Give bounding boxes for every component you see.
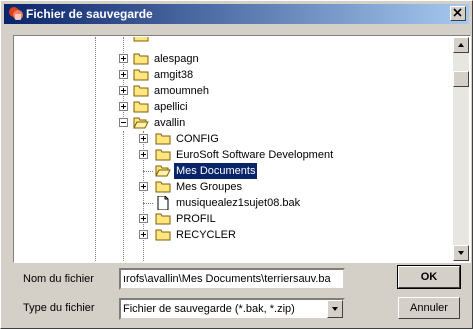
vertical-scrollbar[interactable] <box>453 37 469 261</box>
save-dialog: Fichier de sauvegarde alespagn amgit38 amo… <box>0 0 473 329</box>
tree-item-label: musiquealez1sujet08.bak <box>176 197 301 209</box>
expand-icon[interactable] <box>139 230 148 239</box>
window-title: Fichier de sauvegarde <box>26 7 153 21</box>
arrow-up-icon <box>458 43 464 47</box>
collapse-icon[interactable] <box>119 118 128 127</box>
scroll-down-button[interactable] <box>453 245 469 261</box>
tree-content: alespagn amgit38 amoumneh apellici avallin CO… <box>15 37 452 261</box>
ok-button[interactable]: OK <box>397 265 461 289</box>
tree-item[interactable]: CONFIG <box>15 131 435 147</box>
scroll-up-button[interactable] <box>453 37 469 53</box>
folder-icon <box>155 212 171 225</box>
expand-icon[interactable] <box>119 86 128 95</box>
tree-line <box>143 171 153 172</box>
filetype-select[interactable]: Fichier de sauvegarde (*.bak, *.zip) <box>119 298 345 320</box>
filename-input[interactable]: ırofs\avallin\Mes Documents\terriersauv.… <box>119 268 345 290</box>
tree-item[interactable]: apellici <box>15 99 435 115</box>
folder-icon <box>155 180 171 193</box>
expand-icon[interactable] <box>139 214 148 223</box>
tree-item[interactable]: Mes Groupes <box>15 179 435 195</box>
tree-item[interactable]: avallin <box>15 115 435 131</box>
tree-item-label: EuroSoft Software Development <box>176 149 334 161</box>
folder-icon <box>133 52 149 65</box>
scroll-thumb[interactable] <box>453 71 469 87</box>
expand-icon[interactable] <box>139 182 148 191</box>
tree-item-label: amgit38 <box>154 69 194 81</box>
tree-item[interactable]: RECYCLER <box>15 227 435 243</box>
folder-icon <box>155 148 171 161</box>
folder-icon <box>133 84 149 97</box>
folder-icon <box>155 228 171 241</box>
title-bar[interactable]: Fichier de sauvegarde <box>4 4 469 24</box>
folder-tree[interactable]: alespagn amgit38 amoumneh apellici avallin CO… <box>13 35 471 263</box>
tree-item[interactable]: amoumneh <box>15 83 435 99</box>
tree-item-label: alespagn <box>154 53 199 65</box>
filename-label: Nom du fichier <box>23 273 94 285</box>
dropdown-button[interactable] <box>327 300 343 318</box>
open-folder-icon <box>133 116 149 129</box>
tree-item-label: amoumneh <box>154 85 210 97</box>
folder-icon <box>133 37 149 42</box>
tree-item[interactable]: alespagn <box>15 51 435 67</box>
tree-item[interactable]: Mes Documents <box>15 162 435 180</box>
filetype-label: Type du fichier <box>23 302 95 314</box>
chevron-down-icon <box>332 307 338 311</box>
expand-icon[interactable] <box>139 150 148 159</box>
tree-item-label: CONFIG <box>176 133 219 145</box>
expand-icon[interactable] <box>119 102 128 111</box>
tree-item-label: PROFIL <box>176 213 216 225</box>
cancel-button[interactable]: Annuler <box>398 297 460 319</box>
folder-icon <box>133 68 149 81</box>
tree-line <box>143 203 153 204</box>
open-folder-icon <box>155 164 171 177</box>
tree-item-label: Mes Groupes <box>176 181 243 193</box>
tree-item-label: RECYCLER <box>176 229 236 241</box>
folder-icon <box>133 100 149 113</box>
app-icon <box>9 7 23 20</box>
expand-icon[interactable] <box>119 54 128 63</box>
close-button[interactable] <box>450 6 466 21</box>
expand-icon[interactable] <box>139 134 148 143</box>
filetype-value: Fichier de sauvegarde (*.bak, *.zip) <box>123 303 295 315</box>
folder-icon <box>155 132 171 145</box>
tree-item-label: Mes Documents <box>172 162 259 180</box>
tree-item[interactable]: musiquealez1sujet08.bak <box>15 195 435 211</box>
tree-item[interactable]: PROFIL <box>15 211 435 227</box>
tree-item[interactable]: EuroSoft Software Development <box>15 147 435 163</box>
file-icon <box>155 195 171 211</box>
tree-item-label: avallin <box>154 117 186 129</box>
close-icon <box>453 8 462 17</box>
tree-item[interactable]: amgit38 <box>15 67 435 83</box>
tree-item-label: apellici <box>154 101 188 113</box>
arrow-down-icon <box>458 251 464 255</box>
expand-icon[interactable] <box>119 70 128 79</box>
